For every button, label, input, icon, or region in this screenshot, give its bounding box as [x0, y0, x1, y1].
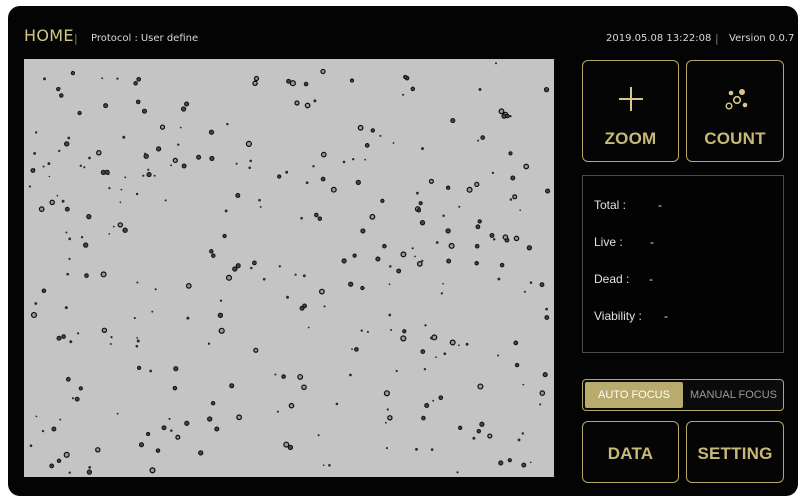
focus-mode-toggle: AUTO FOCUS MANUAL FOCUS [582, 379, 784, 411]
total-label: Total : [594, 198, 627, 212]
auto-focus-button[interactable]: AUTO FOCUS [585, 382, 683, 408]
setting-button[interactable]: SETTING [686, 421, 784, 483]
microscope-image[interactable] [24, 59, 554, 477]
header-separator: | [715, 32, 719, 45]
dead-value: - [649, 272, 653, 286]
viability-value: - [664, 309, 668, 323]
live-value: - [650, 235, 654, 249]
cells-icon [725, 89, 748, 110]
viability-row: Viability : - [594, 309, 668, 323]
version-text: Version 0.0.7 [729, 33, 795, 44]
manual-focus-button[interactable]: MANUAL FOCUS [685, 382, 782, 408]
protocol-label: Protocol : [91, 33, 138, 44]
count-button[interactable]: COUNT [686, 60, 784, 162]
total-row: Total : - [594, 198, 662, 212]
total-value: - [658, 198, 662, 212]
header-bar: HOME | Protocol : User define 2019.05.08 … [8, 6, 798, 56]
zoom-button[interactable]: ZOOM [582, 60, 679, 162]
app-window: HOME | Protocol : User define 2019.05.08 … [8, 6, 798, 496]
protocol-info: Protocol : User define [91, 33, 198, 44]
dead-label: Dead : [594, 272, 630, 286]
cell-image-canvas [28, 62, 551, 475]
data-button[interactable]: DATA [582, 421, 679, 483]
protocol-value: User define [140, 33, 199, 44]
live-row: Live : - [594, 235, 654, 249]
results-panel: Total : - Live : - Dead : - Viability : … [582, 175, 784, 353]
zoom-label: ZOOM [604, 129, 657, 148]
datetime-text: 2019.05.08 13:22:08 [606, 33, 712, 44]
dead-row: Dead : - [594, 272, 653, 286]
viability-label: Viability : [594, 309, 642, 323]
live-label: Live : [594, 235, 623, 249]
count-label: COUNT [704, 129, 766, 148]
header-separator: | [74, 32, 78, 45]
page-title[interactable]: HOME [24, 26, 74, 45]
data-label: DATA [607, 444, 654, 463]
setting-label: SETTING [697, 444, 773, 463]
plus-icon [619, 87, 643, 111]
